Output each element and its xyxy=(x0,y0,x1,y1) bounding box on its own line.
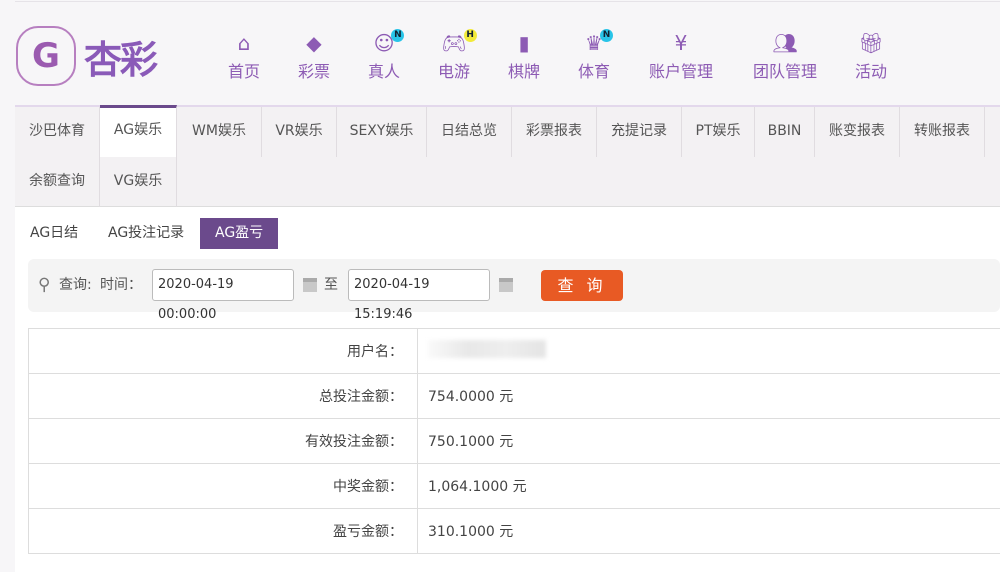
tab-deposit-records[interactable]: 充提记录 xyxy=(597,107,682,157)
row-label: 有效投注金额： xyxy=(28,418,418,464)
search-bar: ⚲ 查询: 时间： 2020-04-19 00:00:00 至 2020-04-… xyxy=(28,259,1000,322)
username-value xyxy=(417,328,1000,374)
redacted-username xyxy=(428,340,546,358)
logo-text: 杏彩 xyxy=(84,37,158,82)
search-icon: ⚲ xyxy=(38,275,51,295)
hot-badge: H xyxy=(463,29,477,42)
logo-mark-icon: G xyxy=(16,26,76,86)
calendar-icon[interactable] xyxy=(499,278,513,292)
row-label: 中奖金额： xyxy=(28,463,418,509)
nav-home[interactable]: ⌂ 首页 xyxy=(204,30,284,82)
tab-balance[interactable]: 余额查询 xyxy=(15,157,100,207)
trophy-icon: ♛ N xyxy=(585,29,613,56)
row-value: 754.0000 元 xyxy=(417,373,1000,419)
nav-slots[interactable]: 🎮︎ H 电游 xyxy=(414,29,494,82)
logo[interactable]: G 杏彩 xyxy=(16,26,158,86)
tab-lottery-report[interactable]: 彩票报表 xyxy=(512,107,597,157)
tab-daily-overview[interactable]: 日结总览 xyxy=(427,107,512,157)
calendar-icon[interactable] xyxy=(303,278,317,292)
search-label: 查询: xyxy=(59,277,92,293)
team-icon: 👥︎ xyxy=(772,31,798,55)
subtab-ag-daily[interactable]: AG日结 xyxy=(15,218,93,249)
table-row: 总投注金额： 754.0000 元 xyxy=(28,373,1000,419)
row-label: 总投注金额： xyxy=(28,373,418,419)
profit-table: 用户名： 总投注金额： 754.0000 元 有效投注金额： 750.1000 元 … xyxy=(28,328,1000,554)
subtab-ag-profit[interactable]: AG盈亏 xyxy=(200,218,279,249)
table-row: 盈亏金额： 310.1000 元 xyxy=(28,508,1000,554)
top-divider xyxy=(15,0,1000,2)
nav-account[interactable]: ¥ 账户管理 xyxy=(641,30,721,82)
tab-transfer-report[interactable]: 转账报表 xyxy=(900,107,985,157)
nav-sports[interactable]: ♛ N 体育 xyxy=(554,29,634,82)
table-row: 有效投注金额： 750.1000 元 xyxy=(28,418,1000,464)
tab-saba[interactable]: 沙巴体育 xyxy=(15,107,100,157)
tab-account-change[interactable]: 账变报表 xyxy=(815,107,900,157)
tab-ag[interactable]: AG娱乐 xyxy=(100,105,177,157)
row-label: 盈亏金额： xyxy=(28,508,418,554)
nav-lottery[interactable]: ◆ 彩票 xyxy=(274,30,354,82)
subtab-ag-bets[interactable]: AG投注记录 xyxy=(93,218,199,249)
row-value: 1,064.1000 元 xyxy=(417,463,1000,509)
cards-icon: ▮ xyxy=(518,31,530,55)
row-value: 750.1000 元 xyxy=(417,418,1000,464)
tab-bbin[interactable]: BBIN xyxy=(755,107,815,157)
content-panel: AG日结 AG投注记录 AG盈亏 ⚲ 查询: 时间： 2020-04-19 00… xyxy=(15,207,1000,572)
dealer-icon: ☺ N xyxy=(374,29,405,56)
gamepad-icon: 🎮︎ H xyxy=(441,29,477,56)
tab-sexy[interactable]: SEXY娱乐 xyxy=(337,107,427,157)
nav-cards[interactable]: ▮ 棋牌 xyxy=(484,30,564,82)
ticket-icon: ◆ xyxy=(306,31,322,55)
row-label: 用户名： xyxy=(28,328,418,374)
row-value: 310.1000 元 xyxy=(417,508,1000,554)
end-time-input[interactable]: 2020-04-19 15:19:46 xyxy=(348,269,490,322)
home-icon: ⌂ xyxy=(237,31,251,55)
nav-promo[interactable]: 🎁︎ 活动 xyxy=(831,30,911,82)
tab-pt[interactable]: PT娱乐 xyxy=(682,107,755,157)
nav-live[interactable]: ☺ N 真人 xyxy=(344,29,424,82)
start-time-input[interactable]: 2020-04-19 00:00:00 xyxy=(152,269,294,322)
tab-vr[interactable]: VR娱乐 xyxy=(262,107,337,157)
tab-vg[interactable]: VG娱乐 xyxy=(100,157,177,207)
to-label: 至 xyxy=(324,277,338,293)
tab-wm[interactable]: WM娱乐 xyxy=(177,107,262,157)
yen-icon: ¥ xyxy=(674,31,688,55)
new-badge: N xyxy=(599,29,613,42)
query-button[interactable]: 查 询 xyxy=(541,270,623,301)
table-row: 中奖金额： 1,064.1000 元 xyxy=(28,463,1000,509)
new-badge: N xyxy=(391,29,405,42)
table-row: 用户名： xyxy=(28,328,1000,374)
time-label: 时间： xyxy=(100,277,142,293)
gift-icon: 🎁︎ xyxy=(858,31,884,55)
report-tabs: 沙巴体育 AG娱乐 WM娱乐 VR娱乐 SEXY娱乐 日结总览 彩票报表 充提记… xyxy=(15,105,1000,207)
nav-team[interactable]: 👥︎ 团队管理 xyxy=(745,30,825,82)
